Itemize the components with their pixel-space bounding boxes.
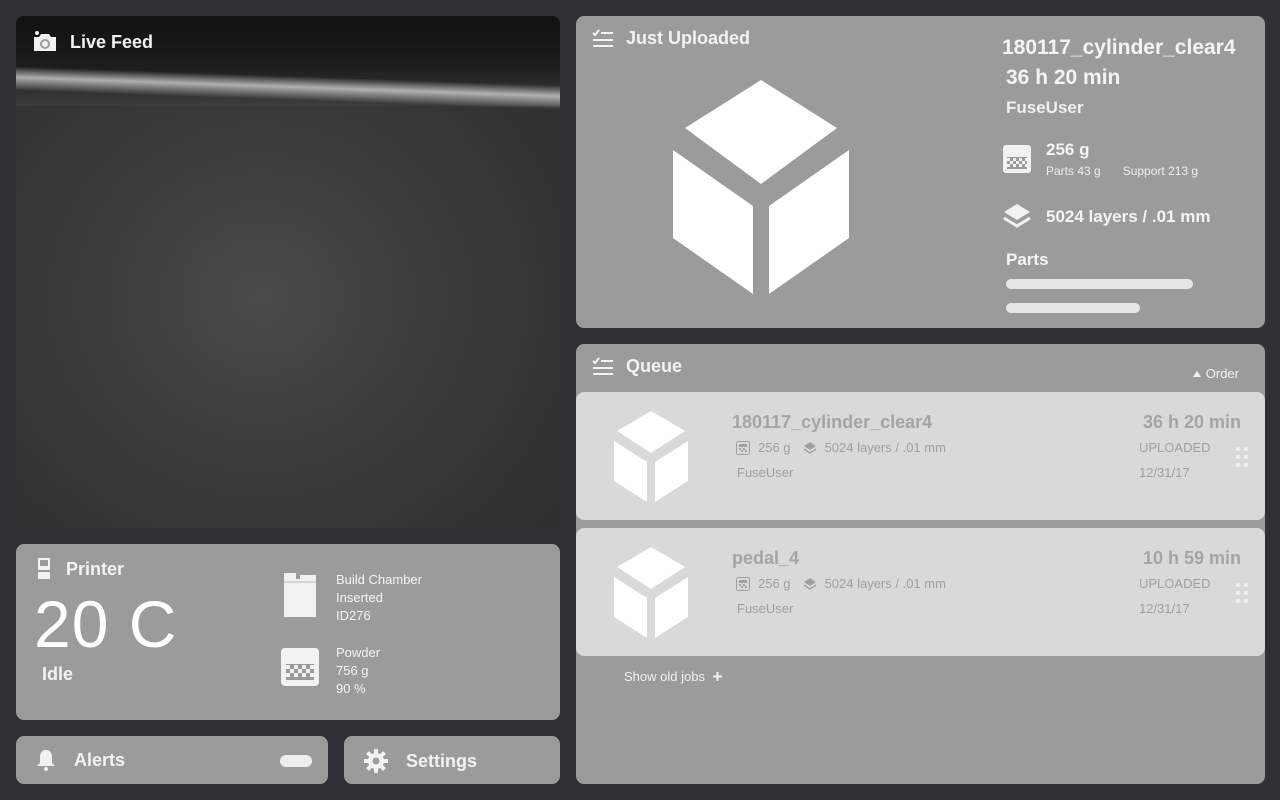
layers-icon xyxy=(803,577,816,590)
drag-handle-icon[interactable] xyxy=(1235,446,1249,468)
checklist-icon xyxy=(592,356,613,375)
just-uploaded-info: 180117_cylinder_clear4 36 h 20 min FuseU… xyxy=(1002,36,1252,118)
job-status: UPLOADED xyxy=(1139,440,1211,455)
drag-handle-icon[interactable] xyxy=(1235,582,1249,604)
show-old-jobs-button[interactable]: Show old jobs xyxy=(624,669,722,684)
printer-temperature: 20 C xyxy=(34,587,178,661)
material-weight: 256 g Parts 43 g Support 213 g xyxy=(1002,140,1198,178)
gear-icon xyxy=(364,749,388,773)
just-uploaded-title: Just Uploaded xyxy=(626,28,751,48)
job-layers: 5024 layers / .01 mm xyxy=(824,440,946,455)
queue-job-item[interactable]: pedal_4 256 g 5024 layers / .01 mm FuseU… xyxy=(576,528,1265,656)
printer-icon xyxy=(38,558,50,579)
chamber-label: Build Chamber xyxy=(336,572,422,587)
job-weight: 256 g xyxy=(758,440,791,455)
job-meta: 256 g 5024 layers / .01 mm xyxy=(736,576,946,591)
alerts-header: Alerts xyxy=(36,749,125,771)
printer-title: Printer xyxy=(66,558,125,579)
live-feed-title: Live Feed xyxy=(70,31,154,52)
bell-icon xyxy=(37,750,55,771)
job-duration: 36 h 20 min xyxy=(1006,66,1121,89)
checklist-icon xyxy=(592,28,613,47)
settings-header: Settings xyxy=(364,749,477,773)
settings-button[interactable]: Settings xyxy=(344,736,560,784)
queue-panel: Queue Order 180117_cylinder_clear4 256 g xyxy=(576,344,1265,784)
queue-title: Queue xyxy=(626,356,683,376)
powder-label: Powder xyxy=(336,645,381,660)
camera-icon xyxy=(34,31,56,51)
job-user: FuseUser xyxy=(1006,98,1084,117)
chamber-status: Inserted xyxy=(336,590,383,605)
alerts-button[interactable]: Alerts xyxy=(16,736,328,784)
job-meta: 256 g 5024 layers / .01 mm xyxy=(736,440,946,455)
powder-percent: 90 % xyxy=(336,681,366,696)
layer-info: 5024 layers / .01 mm xyxy=(1002,202,1210,232)
job-name: 180117_cylinder_clear4 xyxy=(1002,36,1236,59)
order-button[interactable]: Order xyxy=(1192,366,1239,381)
job-duration: 36 h 20 min xyxy=(1142,412,1241,432)
settings-title: Settings xyxy=(406,750,478,771)
order-label: Order xyxy=(1205,366,1239,381)
layers-text: 5024 layers / .01 mm xyxy=(1046,207,1211,226)
powder-icon xyxy=(736,576,750,591)
caret-up-icon xyxy=(1192,370,1201,377)
live-feed-panel[interactable]: Live Feed xyxy=(16,16,560,528)
powder-icon xyxy=(736,440,750,455)
build-chamber-info: Build Chamber Inserted ID276 xyxy=(280,571,422,625)
chamber-id: ID276 xyxy=(336,608,371,623)
powder-icon xyxy=(1003,145,1031,173)
parts-placeholder-bar xyxy=(1006,279,1193,289)
parts-placeholder-bar xyxy=(1006,303,1140,313)
job-user: FuseUser xyxy=(737,601,794,616)
job-user: FuseUser xyxy=(737,465,794,480)
powder-info: Powder 756 g 90 % xyxy=(280,644,380,698)
printer-header: Printer xyxy=(36,558,124,580)
alerts-title: Alerts xyxy=(74,749,126,770)
job-status: UPLOADED xyxy=(1139,576,1211,591)
layers-icon xyxy=(803,441,816,454)
job-date: 12/31/17 xyxy=(1139,601,1190,616)
show-old-jobs-label: Show old jobs xyxy=(624,669,705,684)
job-weight: 256 g xyxy=(758,576,791,591)
job-name: 180117_cylinder_clear4 xyxy=(732,412,933,432)
alerts-toggle[interactable] xyxy=(280,755,312,767)
just-uploaded-panel[interactable]: Just Uploaded 180117_cylinder_clear4 36 … xyxy=(576,16,1265,328)
total-weight: 256 g xyxy=(1046,140,1090,159)
printer-state: Idle xyxy=(42,664,74,684)
queue-header: Queue xyxy=(592,356,682,377)
support-weight: Support 213 g xyxy=(1122,164,1199,178)
live-feed-header: Live Feed xyxy=(32,30,153,54)
powder-weight: 756 g xyxy=(336,663,369,678)
printer-panel[interactable]: Printer 20 C Idle Build Chamber Inserted… xyxy=(16,544,560,720)
parts-weight: Parts 43 g xyxy=(1046,164,1101,178)
cube-icon xyxy=(614,411,688,502)
parts-label: Parts xyxy=(1006,250,1049,269)
queue-job-item[interactable]: 180117_cylinder_clear4 256 g 5024 layers… xyxy=(576,392,1265,520)
plus-icon xyxy=(712,672,722,681)
build-chamber-icon xyxy=(284,573,316,617)
job-layers: 5024 layers / .01 mm xyxy=(824,576,946,591)
job-name: pedal_4 xyxy=(732,548,800,568)
cube-icon xyxy=(673,80,849,294)
job-date: 12/31/17 xyxy=(1139,465,1190,480)
just-uploaded-header: Just Uploaded xyxy=(592,28,750,49)
cube-icon xyxy=(614,547,688,638)
powder-icon xyxy=(281,648,319,686)
job-duration: 10 h 59 min xyxy=(1142,548,1241,568)
layers-icon xyxy=(1003,204,1031,228)
